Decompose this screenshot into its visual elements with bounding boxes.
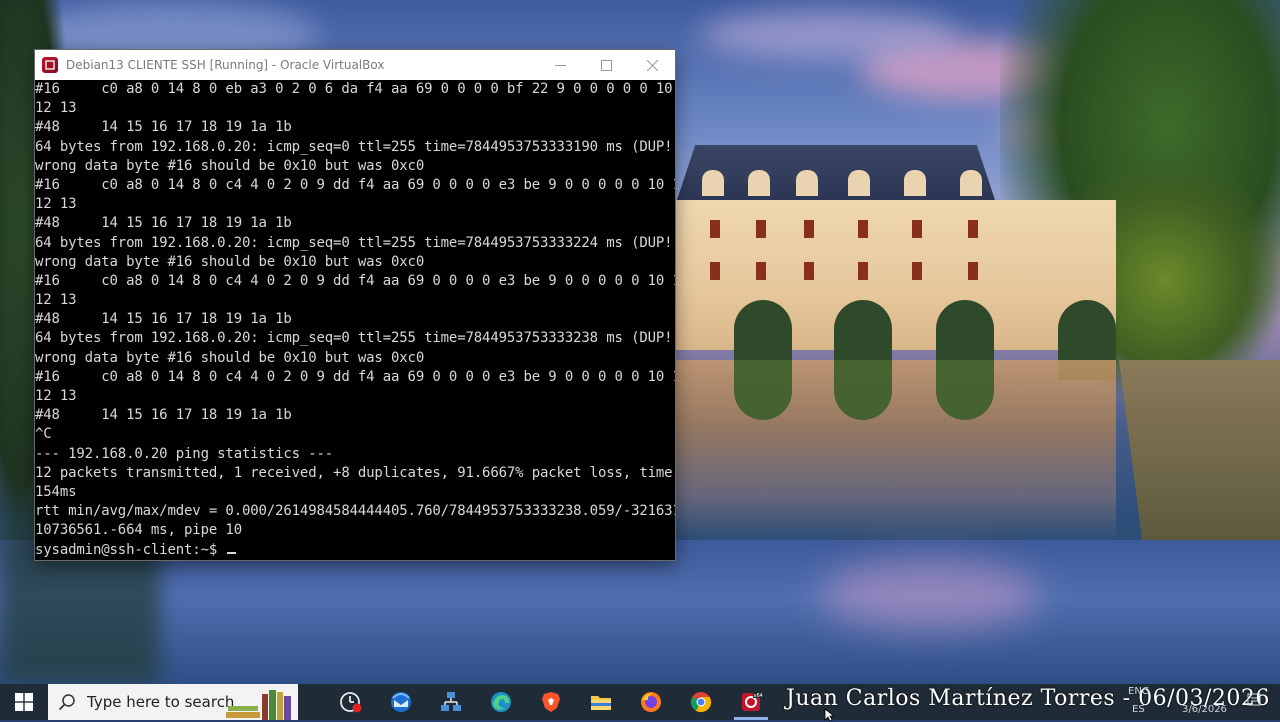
taskbar-app-clock[interactable] [326, 684, 376, 720]
firefox-icon [641, 692, 661, 712]
wallpaper-window [968, 262, 978, 280]
wallpaper-dormer [796, 170, 818, 196]
terminal-line: 12 13 [35, 292, 77, 309]
clock-record-icon [340, 692, 362, 713]
terminal-line: 12 13 [35, 388, 77, 404]
terminal-line: 64 bytes from 192.168.0.20: icmp_seq=0 t… [35, 138, 675, 155]
books-icon [226, 690, 291, 720]
wallpaper-window [804, 262, 814, 280]
wallpaper-window [756, 262, 766, 280]
system-tray[interactable]: ENG ES 3/6/2026 [1128, 686, 1238, 718]
terminal-line: --- 192.168.0.20 ping statistics --- [35, 445, 334, 462]
terminal-line: rtt min/avg/max/mdev = 0.000/26149845844… [35, 503, 675, 520]
terminal-line: ^C [35, 426, 52, 443]
taskbar-app-firefox[interactable] [626, 684, 676, 720]
terminal-line: 12 13 [35, 196, 77, 213]
terminal-line: 64 bytes from 192.168.0.20: icmp_seq=0 t… [35, 234, 675, 251]
taskbar-app-file-explorer[interactable] [576, 684, 626, 720]
taskbar-app-virtualbox[interactable]: x64 [726, 684, 776, 720]
wallpaper-dormer [960, 170, 982, 196]
start-button[interactable] [0, 684, 48, 720]
wallpaper-arch-reflection [936, 360, 994, 420]
terminal-line: 12 packets transmitted, 1 received, +8 d… [35, 464, 675, 481]
terminal-line: #48 14 15 16 17 18 19 1a 1b [35, 119, 292, 136]
wallpaper-dormer [848, 170, 870, 196]
terminal-line: #48 14 15 16 17 18 19 1a 1b [35, 215, 292, 232]
chrome-icon [690, 692, 712, 713]
terminal-line: wrong data byte #16 should be 0x10 but w… [35, 349, 425, 366]
search-icon [58, 694, 75, 711]
notification-icon[interactable] [1246, 692, 1262, 708]
wallpaper-dormer [702, 170, 724, 196]
terminal-cursor [227, 551, 237, 554]
terminal-line: wrong data byte #16 should be 0x10 but w… [35, 157, 425, 174]
minimize-icon [554, 64, 566, 66]
svg-text:x64: x64 [754, 693, 763, 699]
wallpaper-window [710, 220, 720, 238]
terminal-line: #16 c0 a8 0 14 8 0 eb a3 0 2 0 6 da f4 a… [35, 81, 675, 97]
virtualbox-icon: x64 [742, 692, 763, 711]
window-controls [537, 50, 675, 80]
terminal-line: #16 c0 a8 0 14 8 0 c4 4 0 2 0 9 dd f4 aa… [35, 272, 675, 289]
taskbar-search[interactable] [48, 684, 298, 720]
wallpaper-water-glow [820, 560, 1040, 630]
network-icon [441, 692, 461, 711]
wallpaper-arch-reflection [734, 360, 792, 420]
terminal-prompt-line: sysadmin@ssh-client:~$ [35, 541, 675, 560]
terminal-line: 12 13 [35, 100, 77, 117]
virtualbox-app-icon [42, 57, 58, 73]
taskbar-app-brave[interactable] [526, 684, 576, 720]
wallpaper-window [756, 220, 766, 238]
close-button[interactable] [629, 50, 675, 80]
wallpaper-water [0, 540, 1280, 684]
terminal-line: #16 c0 a8 0 14 8 0 c4 4 0 2 0 9 dd f4 aa… [35, 176, 675, 193]
wallpaper-dormer [904, 170, 926, 196]
taskbar-app-thunderbird[interactable] [376, 684, 426, 720]
virtualbox-window[interactable]: Debian13 CLIENTE SSH [Running] - Oracle … [35, 50, 675, 560]
maximize-button[interactable] [583, 50, 629, 80]
taskbar-app-edge[interactable] [476, 684, 526, 720]
input-language-sub: ES [1132, 704, 1145, 715]
taskbar-app-network[interactable] [426, 684, 476, 720]
window-titlebar[interactable]: Debian13 CLIENTE SSH [Running] - Oracle … [35, 50, 675, 80]
input-language[interactable]: ENG [1128, 686, 1150, 697]
taskbar-app-chrome[interactable] [676, 684, 726, 720]
terminal-line: 154ms [35, 483, 77, 500]
brave-icon [542, 692, 560, 712]
terminal-line: wrong data byte #16 should be 0x10 but w… [35, 253, 425, 270]
file-explorer-icon [591, 696, 611, 710]
terminal-line: #16 c0 a8 0 14 8 0 c4 4 0 2 0 9 dd f4 aa… [35, 368, 675, 385]
wallpaper-window [912, 262, 922, 280]
minimize-button[interactable] [537, 50, 583, 80]
close-icon [646, 59, 658, 71]
maximize-icon [600, 59, 612, 71]
wallpaper-window [858, 220, 868, 238]
terminal-screen[interactable]: #16 c0 a8 0 14 8 0 eb a3 0 2 0 6 da f4 a… [35, 80, 675, 560]
tray-date[interactable]: 3/6/2026 [1182, 704, 1227, 715]
wallpaper-window [912, 220, 922, 238]
wallpaper-window [858, 262, 868, 280]
edge-icon [491, 692, 511, 712]
wallpaper-cloud [700, 10, 960, 60]
wallpaper-castle-roof [676, 145, 996, 203]
wallpaper-window [804, 220, 814, 238]
terminal-line: 10736561.-664 ms, pipe 10 [35, 522, 242, 539]
window-title: Debian13 CLIENTE SSH [Running] - Oracle … [66, 58, 385, 72]
terminal-line: #48 14 15 16 17 18 19 1a 1b [35, 407, 292, 424]
wallpaper-window [968, 220, 978, 238]
wallpaper-dormer [748, 170, 770, 196]
wallpaper-arch-reflection [834, 360, 892, 420]
terminal-line: 64 bytes from 192.168.0.20: icmp_seq=0 t… [35, 330, 675, 347]
windows-logo-icon [15, 693, 33, 711]
thunderbird-icon [391, 692, 411, 712]
terminal-line: #48 14 15 16 17 18 19 1a 1b [35, 311, 292, 328]
wallpaper-window [710, 262, 720, 280]
